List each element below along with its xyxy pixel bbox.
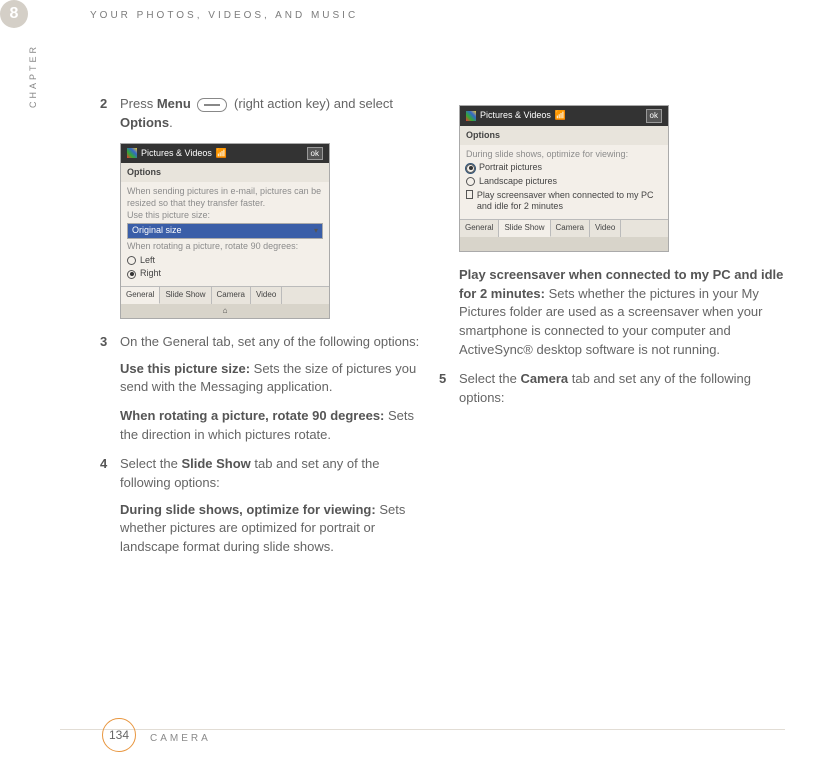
checkbox-label: Play screensaver when connected to my PC… xyxy=(477,190,662,213)
footer-rule xyxy=(60,729,785,730)
shot-label: Use this picture size: xyxy=(127,210,323,222)
shot-tabs: General Slide Show Camera Video xyxy=(460,219,668,237)
text: . xyxy=(169,115,173,130)
shot-body: During slide shows, optimize for viewing… xyxy=(460,145,668,219)
radio-right[interactable]: Right xyxy=(127,268,323,280)
tab-general[interactable]: General xyxy=(460,220,499,237)
step-body: Press Menu (right action key) and select… xyxy=(120,95,431,133)
shot-title-bar: Pictures & Videos 📶 ok xyxy=(121,144,329,164)
step-4: 4 Select the Slide Show tab and set any … xyxy=(100,455,431,493)
action-key-icon xyxy=(197,98,227,112)
option-picture-size: Use this picture size: Sets the size of … xyxy=(120,360,431,398)
options-label: Options xyxy=(120,115,169,130)
tab-camera[interactable]: Camera xyxy=(551,220,590,237)
radio-label: Portrait pictures xyxy=(479,162,542,174)
signal-icon: 📶 xyxy=(555,109,566,122)
shot-body: When sending pictures in e-mail, picture… xyxy=(121,182,329,286)
step-body: Select the Camera tab and set any of the… xyxy=(459,370,790,408)
radio-label: Left xyxy=(140,255,155,267)
option-rotate: When rotating a picture, rotate 90 degre… xyxy=(120,407,431,445)
option-optimize-viewing: During slide shows, optimize for viewing… xyxy=(120,501,431,558)
start-icon xyxy=(466,111,476,121)
shot-subtitle: Options xyxy=(460,126,668,145)
dropdown-icon: ▾ xyxy=(314,226,318,236)
tab-slideshow[interactable]: Slide Show xyxy=(499,220,550,237)
content-columns: 2 Press Menu (right action key) and sele… xyxy=(100,95,790,567)
option-lead: Use this picture size: xyxy=(120,361,250,376)
tab-general[interactable]: General xyxy=(121,287,160,304)
tab-video[interactable]: Video xyxy=(251,287,282,304)
option-lead: When rotating a picture, rotate 90 degre… xyxy=(120,408,384,423)
chapter-number-badge: 8 xyxy=(0,0,28,28)
picture-size-select[interactable]: Original size ▾ xyxy=(127,223,323,239)
option-screensaver: Play screensaver when connected to my PC… xyxy=(459,266,790,360)
step-number: 2 xyxy=(100,95,120,133)
radio-label: Right xyxy=(140,268,161,280)
chapter-side-label: CHAPTER xyxy=(28,44,38,108)
step-number: 4 xyxy=(100,455,120,493)
step-3: 3 On the General tab, set any of the fol… xyxy=(100,333,431,352)
shot-label: When rotating a picture, rotate 90 degre… xyxy=(127,241,323,253)
shot-subtitle: Options xyxy=(121,163,329,182)
shot-tabs: General Slide Show Camera Video xyxy=(121,286,329,304)
checkbox-screensaver[interactable]: Play screensaver when connected to my PC… xyxy=(466,190,662,213)
camera-label: Camera xyxy=(520,371,568,386)
option-lead: During slide shows, optimize for viewing… xyxy=(120,502,376,517)
screenshot-slideshow-options: Pictures & Videos 📶 ok Options During sl… xyxy=(459,105,669,252)
right-column: Pictures & Videos 📶 ok Options During sl… xyxy=(459,95,790,567)
select-value: Original size xyxy=(132,225,182,237)
shot-title-bar: Pictures & Videos 📶 ok xyxy=(460,106,668,126)
left-column: 2 Press Menu (right action key) and sele… xyxy=(100,95,431,567)
chapter-header: YOUR PHOTOS, VIDEOS, AND MUSIC xyxy=(90,10,358,21)
radio-landscape[interactable]: Landscape pictures xyxy=(466,176,662,188)
step-5: 5 Select the Camera tab and set any of t… xyxy=(439,370,790,408)
radio-icon xyxy=(127,270,136,279)
step-2: 2 Press Menu (right action key) and sele… xyxy=(100,95,431,133)
shot-title: Pictures & Videos xyxy=(141,147,212,160)
radio-icon xyxy=(127,256,136,265)
signal-icon: 📶 xyxy=(216,147,227,160)
slideshow-label: Slide Show xyxy=(181,456,250,471)
menu-label: Menu xyxy=(157,96,191,111)
screenshot-general-options: Pictures & Videos 📶 ok Options When send… xyxy=(120,143,330,319)
tab-camera[interactable]: Camera xyxy=(212,287,251,304)
radio-icon xyxy=(466,177,475,186)
checkbox-icon xyxy=(466,190,473,199)
shot-title: Pictures & Videos xyxy=(480,109,551,122)
ok-button[interactable]: ok xyxy=(646,109,662,123)
radio-portrait[interactable]: Portrait pictures xyxy=(466,162,662,174)
radio-label: Landscape pictures xyxy=(479,176,557,188)
tab-video[interactable]: Video xyxy=(590,220,621,237)
radio-icon xyxy=(466,164,475,173)
text: Select the xyxy=(120,456,181,471)
softkey-bar xyxy=(460,237,668,251)
start-icon xyxy=(127,148,137,158)
text: (right action key) and select xyxy=(230,96,393,111)
text: Select the xyxy=(459,371,520,386)
shot-label: During slide shows, optimize for viewing… xyxy=(466,149,662,161)
text: Press xyxy=(120,96,157,111)
step-number: 3 xyxy=(100,333,120,352)
footer-section-label: CAMERA xyxy=(150,733,211,744)
page-number: 134 xyxy=(102,718,136,752)
radio-left[interactable]: Left xyxy=(127,255,323,267)
step-body: On the General tab, set any of the follo… xyxy=(120,333,431,352)
ok-button[interactable]: ok xyxy=(307,147,323,161)
step-body: Select the Slide Show tab and set any of… xyxy=(120,455,431,493)
step-number: 5 xyxy=(439,370,459,408)
tab-slideshow[interactable]: Slide Show xyxy=(160,287,211,304)
shot-help-text: When sending pictures in e-mail, picture… xyxy=(127,186,323,209)
softkey-bar: ⌂ xyxy=(121,304,329,318)
